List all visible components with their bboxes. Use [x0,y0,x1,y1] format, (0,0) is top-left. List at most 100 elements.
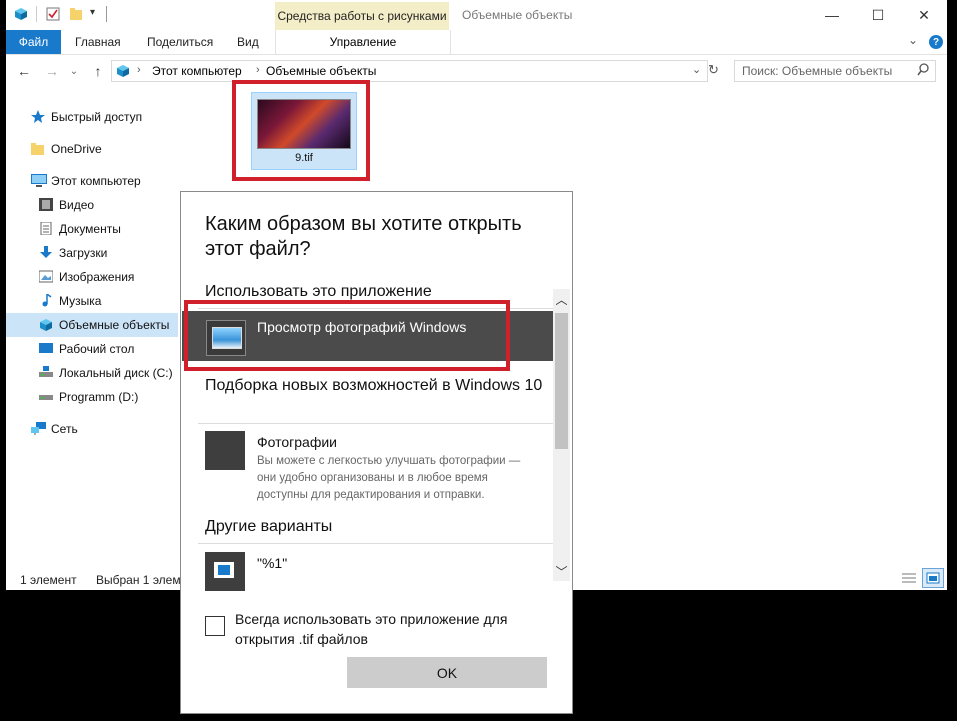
address-bar[interactable]: › Этот компьютер › Объемные объекты ⌄ [111,60,708,82]
sidebar-item-label: Локальный диск (C:) [59,366,173,380]
ribbon-tabs: Файл Главная Поделиться Вид Управление ⌄… [6,30,947,55]
sidebar-item-downloads[interactable]: Загрузки [6,242,178,264]
sidebar-item-label: Музыка [59,294,102,308]
sidebar-item-label: Загрузки [59,246,108,260]
address-dropdown-icon[interactable]: ⌄ [692,63,701,76]
sidebar-item-label: Этот компьютер [51,174,141,188]
close-button[interactable]: ✕ [901,0,947,30]
qat-divider [106,6,120,22]
recent-locations-icon[interactable]: ⌄ [64,61,84,81]
sidebar-item-quick-access[interactable]: Быстрый доступ [6,106,178,128]
tab-file[interactable]: Файл [6,30,61,54]
music-icon [39,293,53,307]
breadcrumb-separator-icon[interactable]: › [256,64,260,76]
navigation-pane: Быстрый доступ OneDrive Этот компьютер В… [6,98,178,458]
open-with-dialog: Каким образом вы хотите открыть этот фай… [180,191,573,714]
chevron-up-icon[interactable]: ︿ [553,291,570,308]
highlight-file-box [232,80,370,181]
up-icon[interactable]: ↑ [88,61,108,81]
sidebar-item-onedrive[interactable]: OneDrive [6,138,178,160]
tab-share[interactable]: Поделиться [147,35,213,49]
selected-count: Выбран 1 элем [96,573,181,587]
divider [198,423,554,424]
sidebar-item-label: Видео [59,198,95,212]
section-use-app: Использовать это приложение [205,283,432,300]
tab-view[interactable]: Вид [237,35,259,49]
video-icon [39,198,53,211]
drive-icon [39,390,53,403]
refresh-icon[interactable]: ↻ [708,62,722,80]
divider [198,543,554,544]
breadcrumb-this-pc[interactable]: Этот компьютер [152,64,242,78]
search-input[interactable]: Поиск: Объемные объекты [734,60,936,82]
breadcrumb-3d-objects[interactable]: Объемные объекты [266,64,376,78]
sidebar-item-label: Документы [59,222,121,236]
network-icon [31,422,46,435]
breadcrumb-separator-icon[interactable]: › [137,64,141,76]
scrollbar-thumb[interactable] [555,313,568,449]
sidebar-item-desktop[interactable]: Рабочий стол [6,338,178,360]
properties-icon[interactable] [46,7,60,21]
sidebar-item-drive-c[interactable]: Локальный диск (C:) [6,362,178,384]
sidebar-item-label: Изображения [59,270,135,284]
app-option-description: Вы можете с легкостью улучшать фотографи… [257,455,521,501]
photos-app-icon [205,431,245,470]
sidebar-item-video[interactable]: Видео [6,194,178,216]
back-icon[interactable]: ← [14,61,34,81]
sidebar-item-label: Объемные объекты [59,318,170,332]
section-other-options: Другие варианты [205,518,333,535]
navigation-bar: ← → ⌄ ↑ › Этот компьютер › Объемные объе… [6,58,947,84]
window-title: Объемные объекты [462,8,573,22]
sidebar-item-pictures[interactable]: Изображения [6,266,178,288]
documents-icon [39,221,53,236]
generic-app-icon [205,552,245,591]
chevron-down-icon[interactable]: ﹀ [553,563,570,580]
desktop-icon [39,342,53,355]
sidebar-item-network[interactable]: Сеть [6,418,178,440]
search-placeholder: Поиск: Объемные объекты [742,64,893,78]
ok-button[interactable]: OK [347,657,547,688]
pictures-icon [38,270,54,283]
app-option-label: "%1" [257,555,288,571]
large-icons-view-icon[interactable] [922,568,944,588]
sidebar-item-label: Сеть [51,422,78,436]
sidebar-item-label: Рабочий стол [59,342,135,356]
expand-ribbon-icon[interactable]: ⌄ [908,33,918,47]
item-count: 1 элемент [20,573,77,587]
star-icon [31,110,45,123]
drive-icon [39,366,53,379]
3d-objects-icon [14,7,28,21]
minimize-button[interactable]: — [809,0,855,30]
sidebar-item-music[interactable]: Музыка [6,290,178,312]
sidebar-item-documents[interactable]: Документы [6,218,178,240]
maximize-button[interactable]: ☐ [855,0,901,30]
app-option-label: Фотографии [257,434,338,450]
forward-icon[interactable]: → [42,61,62,81]
tab-home[interactable]: Главная [75,35,121,49]
computer-icon [31,174,47,187]
download-icon [39,246,53,259]
always-use-checkbox[interactable] [205,616,225,636]
folder-icon [31,142,45,155]
always-use-checkbox-label: Всегда использовать это приложение для о… [235,611,508,647]
sidebar-item-3d-objects[interactable]: Объемные объекты [6,313,178,337]
highlight-app-box [184,300,510,371]
details-view-icon[interactable] [901,571,917,588]
3d-objects-icon [39,318,53,331]
new-folder-icon[interactable] [69,7,83,21]
help-icon[interactable]: ? [929,35,943,49]
sidebar-item-label: Быстрый доступ [51,110,143,124]
search-icon [917,63,929,80]
tab-manage[interactable]: Управление [275,30,451,54]
qat-dropdown-icon[interactable]: ▾ [90,7,104,21]
3d-objects-icon [116,64,130,81]
sidebar-item-label: Programm (D:) [59,390,139,404]
dialog-scrollbar[interactable]: ︿ ﹀ [553,289,570,581]
sidebar-item-drive-d[interactable]: Programm (D:) [6,386,178,408]
section-new-apps: Подборка новых возможностей в Windows 10 [205,377,543,394]
sidebar-item-this-pc[interactable]: Этот компьютер [6,170,178,192]
picture-tools-context-tab: Средства работы с рисунками [275,2,449,30]
sidebar-item-label: OneDrive [51,142,102,156]
dialog-title: Каким образом вы хотите открыть этот фай… [205,213,522,260]
title-bar: ▾ Средства работы с рисунками Объемные о… [6,0,947,30]
